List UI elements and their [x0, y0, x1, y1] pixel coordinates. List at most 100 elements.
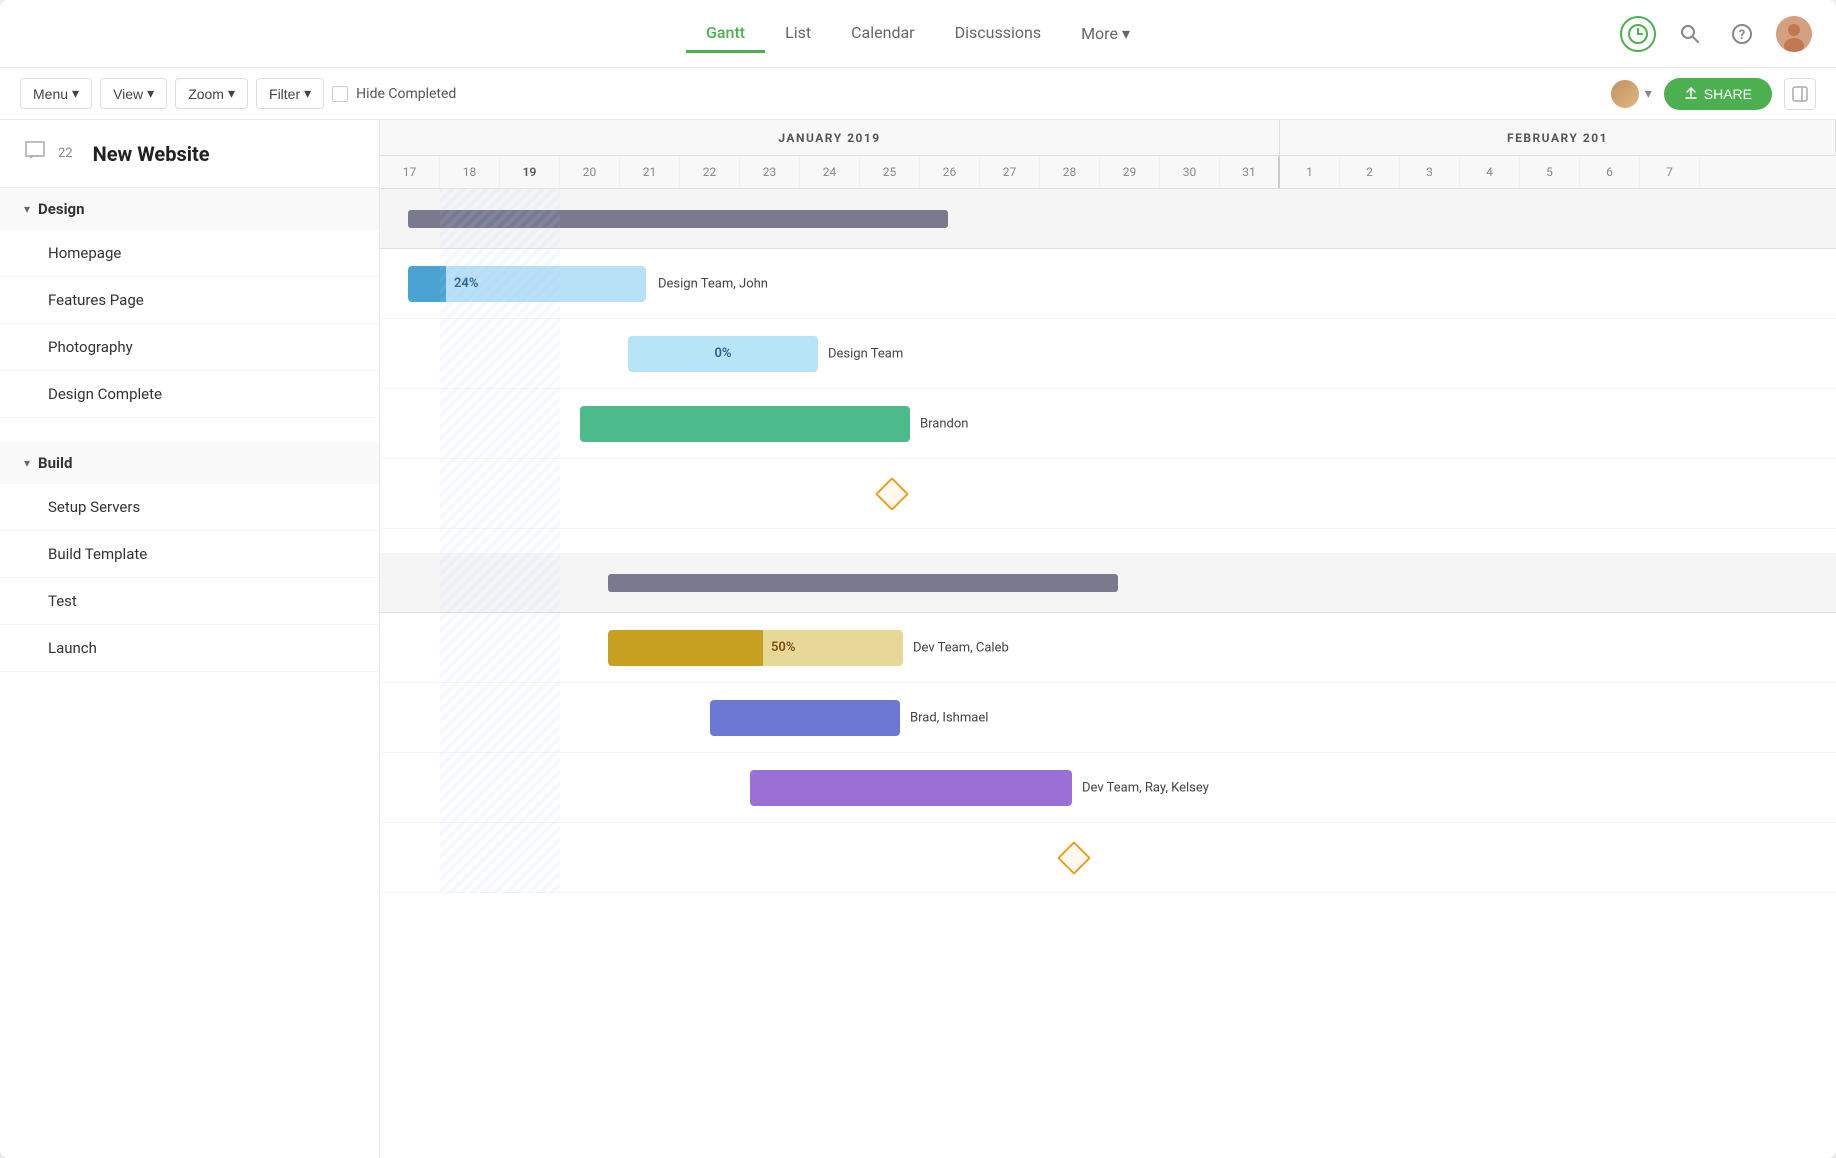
tab-discussions[interactable]: Discussions: [935, 15, 1061, 53]
view-chevron-icon: ▾: [147, 85, 154, 102]
gantt-day-7: 7: [1640, 156, 1700, 188]
today-highlight: [440, 189, 560, 893]
hide-completed-toggle[interactable]: Hide Completed: [332, 86, 456, 102]
tab-calendar[interactable]: Calendar: [831, 15, 934, 53]
group-design[interactable]: ▾ Design: [0, 188, 379, 230]
test-bar: [750, 770, 1072, 806]
group-build[interactable]: ▾ Build: [0, 442, 379, 484]
gantt-area: JANUARY 2019 FEBRUARY 201 17181920212223…: [380, 120, 1836, 1158]
design-complete-milestone: [875, 477, 909, 511]
group-build-label: Build: [38, 454, 72, 472]
view-button[interactable]: View ▾: [100, 78, 167, 109]
test-bar-label: Dev Team, Ray, Kelsey: [1082, 780, 1209, 795]
gantt-day-24: 24: [800, 156, 860, 188]
gantt-day-2: 2: [1340, 156, 1400, 188]
month-february: FEBRUARY 201: [1280, 120, 1836, 155]
toolbar-right: ▾ SHARE: [1609, 78, 1816, 110]
gantt-day-5: 5: [1520, 156, 1580, 188]
task-features-page[interactable]: Features Page: [0, 277, 379, 324]
filter-button[interactable]: Filter ▾: [256, 78, 324, 109]
gantt-row-design-group: [380, 189, 1836, 249]
gantt-day-19: 19: [500, 156, 560, 188]
search-icon[interactable]: [1672, 16, 1708, 52]
hide-completed-checkbox[interactable]: [332, 86, 348, 102]
photography-bar-label: Brandon: [920, 416, 968, 431]
gantt-day-25: 25: [860, 156, 920, 188]
timer-icon[interactable]: [1620, 16, 1656, 52]
features-bar: 0%: [628, 336, 818, 372]
gantt-day-1: 1: [1280, 156, 1340, 188]
gantt-row-photography: Brandon: [380, 389, 1836, 459]
gantt-row-homepage: 24% Design Team, John: [380, 249, 1836, 319]
filter-chevron-icon: ▾: [304, 85, 311, 102]
task-homepage[interactable]: Homepage: [0, 230, 379, 277]
chevron-down-icon: ▾: [1122, 24, 1130, 43]
gantt-day-4: 4: [1460, 156, 1520, 188]
toolbar-left: Menu ▾ View ▾ Zoom ▾ Filter ▾ Hide Compl…: [20, 78, 456, 109]
gantt-day-30: 30: [1160, 156, 1220, 188]
gantt-day-31: 31: [1220, 156, 1280, 188]
gantt-months-row: JANUARY 2019 FEBRUARY 201: [380, 120, 1836, 156]
gantt-day-22: 22: [680, 156, 740, 188]
comment-count: 22: [58, 146, 73, 161]
gantt-row-features: 0% Design Team: [380, 319, 1836, 389]
nav-tabs: Gantt List Calendar Discussions More ▾: [686, 15, 1150, 53]
task-photography[interactable]: Photography: [0, 324, 379, 371]
svg-text:?: ?: [1739, 28, 1745, 43]
share-button[interactable]: SHARE: [1664, 78, 1772, 110]
gantt-body: 24% Design Team, John 0% Design Team: [380, 189, 1836, 893]
photography-bar: [580, 406, 910, 442]
menu-chevron-icon: ▾: [72, 85, 79, 102]
features-bar-label: Design Team: [828, 346, 903, 361]
build-group-bar: [608, 574, 1118, 592]
zoom-button[interactable]: Zoom ▾: [175, 78, 248, 109]
task-build-template[interactable]: Build Template: [0, 531, 379, 578]
user-avatar[interactable]: [1776, 16, 1812, 52]
gantt-day-6: 6: [1580, 156, 1640, 188]
gantt-day-29: 29: [1100, 156, 1160, 188]
project-title: New Website: [93, 142, 210, 166]
chevron-down-icon: ▾: [24, 456, 30, 470]
menu-button[interactable]: Menu ▾: [20, 78, 92, 109]
tab-list[interactable]: List: [765, 15, 831, 53]
chevron-down-icon: ▾: [24, 202, 30, 216]
homepage-bar-label: Design Team, John: [658, 276, 768, 291]
gantt-day-17: 17: [380, 156, 440, 188]
task-design-complete[interactable]: Design Complete: [0, 371, 379, 418]
help-icon[interactable]: ?: [1724, 16, 1760, 52]
gantt-header: JANUARY 2019 FEBRUARY 201 17181920212223…: [380, 120, 1836, 189]
gantt-day-28: 28: [1040, 156, 1100, 188]
gantt-row-setup-servers: 50% Dev Team, Caleb: [380, 613, 1836, 683]
build-template-bar: [710, 700, 900, 736]
title-bar: Gantt List Calendar Discussions More ▾: [0, 0, 1836, 68]
gantt-day-3: 3: [1400, 156, 1460, 188]
gantt-row-test: Dev Team, Ray, Kelsey: [380, 753, 1836, 823]
chevron-down-icon[interactable]: ▾: [1645, 86, 1652, 102]
gantt-day-26: 26: [920, 156, 980, 188]
gantt-day-21: 21: [620, 156, 680, 188]
toolbar: Menu ▾ View ▾ Zoom ▾ Filter ▾ Hide Compl…: [0, 68, 1836, 120]
gantt-day-20: 20: [560, 156, 620, 188]
setup-servers-label: Dev Team, Caleb: [913, 640, 1009, 655]
gantt-row-launch: [380, 823, 1836, 893]
build-template-label: Brad, Ishmael: [910, 710, 988, 725]
title-bar-right: ?: [1620, 16, 1812, 52]
setup-servers-bar-progress: [608, 630, 763, 666]
gantt-day-23: 23: [740, 156, 800, 188]
panel-toggle-button[interactable]: [1784, 78, 1816, 110]
setup-servers-bar: 50%: [763, 630, 903, 666]
group-design-label: Design: [38, 200, 85, 218]
task-setup-servers[interactable]: Setup Servers: [0, 484, 379, 531]
zoom-chevron-icon: ▾: [228, 85, 235, 102]
gantt-days-row: 1718192021222324252627282930311234567: [380, 156, 1836, 188]
comment-icon: [24, 140, 46, 167]
tab-gantt[interactable]: Gantt: [686, 15, 765, 53]
gantt-row-design-complete: [380, 459, 1836, 529]
gantt-row-build-group: [380, 553, 1836, 613]
task-launch[interactable]: Launch: [0, 625, 379, 672]
gantt-day-27: 27: [980, 156, 1040, 188]
tab-more[interactable]: More ▾: [1061, 16, 1150, 51]
avatar-item[interactable]: [1609, 78, 1641, 110]
task-test[interactable]: Test: [0, 578, 379, 625]
gantt-row-build-template: Brad, Ishmael: [380, 683, 1836, 753]
